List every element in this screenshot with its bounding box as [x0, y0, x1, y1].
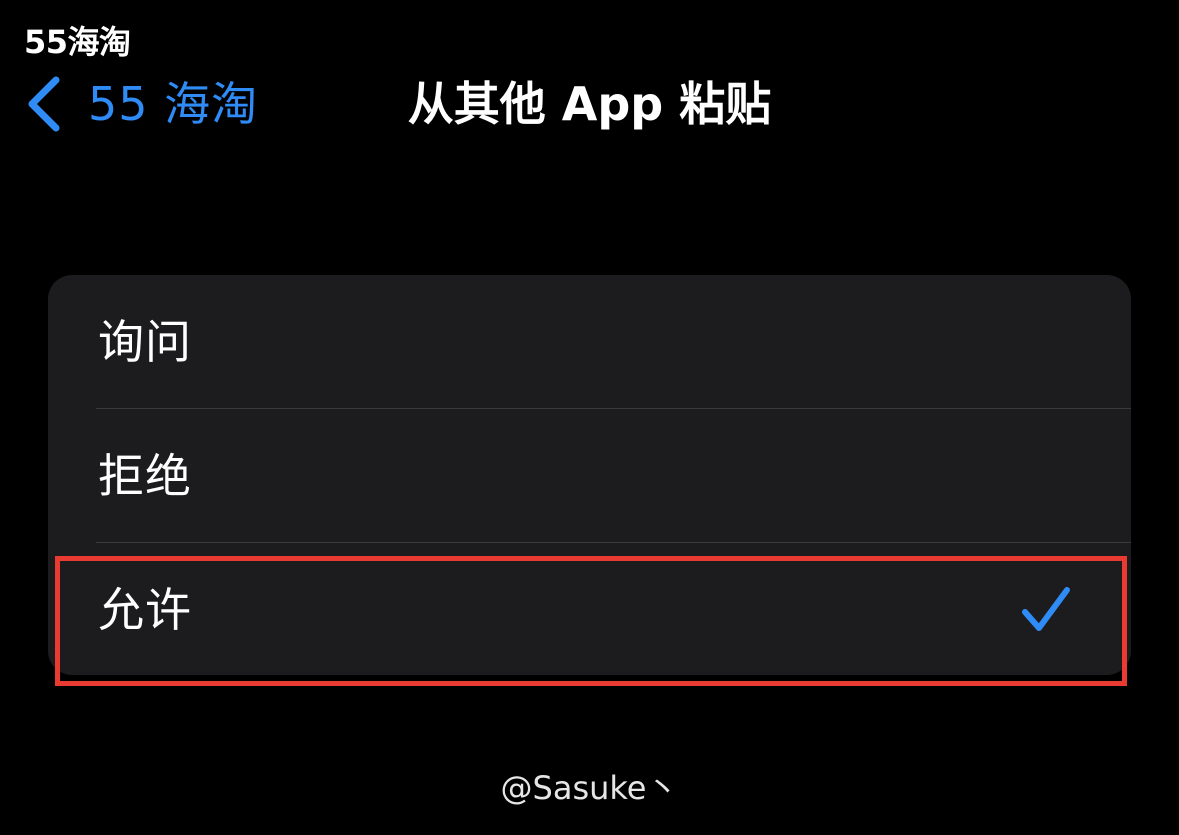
option-deny-label: 拒绝: [98, 449, 192, 503]
page-title: 从其他 App 粘贴: [407, 77, 772, 131]
option-allow[interactable]: 允许: [48, 543, 1131, 675]
checkmark-icon: [1019, 582, 1075, 638]
watermark: @Sasuke丶: [500, 769, 679, 807]
option-deny[interactable]: 拒绝: [48, 409, 1131, 543]
status-bar-app-name[interactable]: 55海淘: [24, 20, 131, 64]
option-ask[interactable]: 询问: [48, 275, 1131, 409]
option-ask-label: 询问: [98, 315, 192, 369]
option-allow-label: 允许: [98, 583, 192, 637]
options-list: 询问 拒绝 允许: [48, 275, 1131, 675]
